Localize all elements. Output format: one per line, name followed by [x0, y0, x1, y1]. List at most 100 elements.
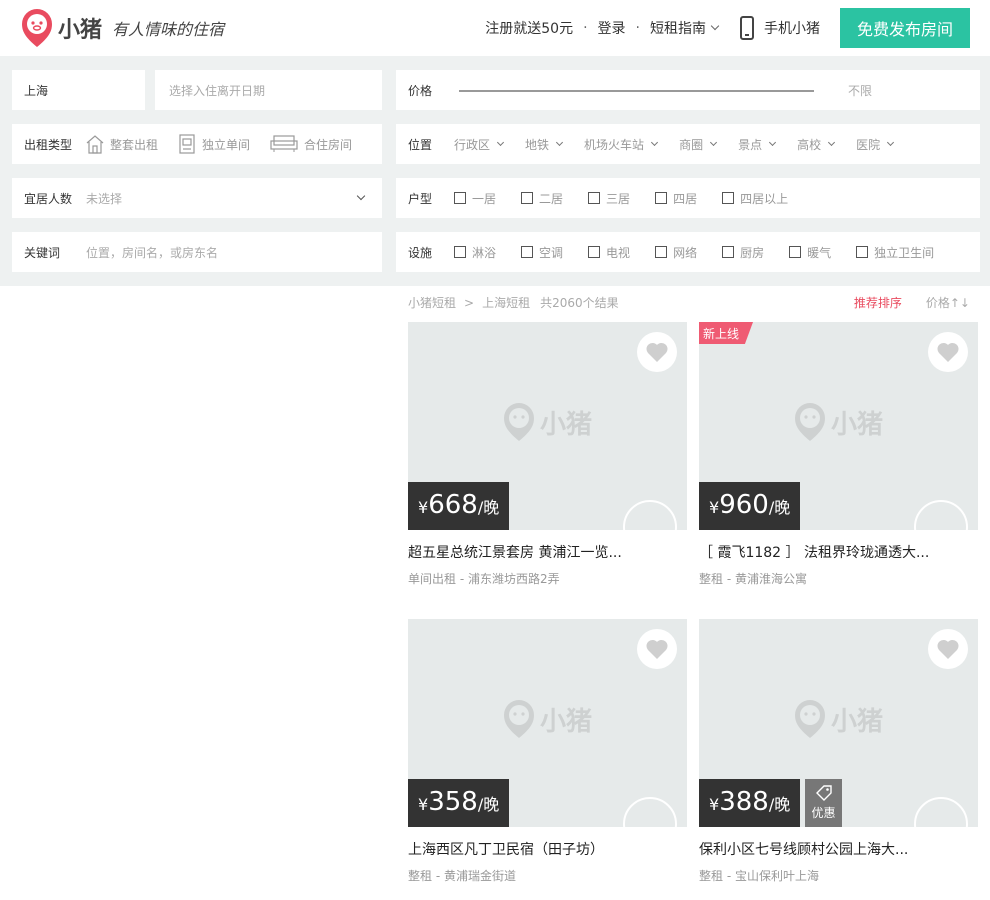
listing-title[interactable]: ［ 霞飞1182 ］ 法租界玲珑通透大... — [699, 542, 978, 562]
checkbox-icon — [588, 246, 601, 258]
layout-checkbox-2[interactable]: 二居 — [521, 190, 563, 207]
promo-badge: 优惠 — [805, 779, 842, 827]
breadcrumb-home[interactable]: 小猪短租 — [408, 296, 456, 310]
mobile-app-link[interactable]: 手机小猪 — [740, 16, 820, 40]
facility-option-label: 淋浴 — [472, 245, 497, 260]
chevron-down-icon — [710, 138, 718, 147]
facility-checkbox-kitchen[interactable]: 厨房 — [722, 244, 764, 261]
location-filter: 位置 行政区 地铁 机场火车站 商圈 景点 高校 医院 — [396, 124, 980, 164]
date-picker[interactable]: 选择入住离开日期 — [155, 70, 382, 110]
price-value: 358 — [428, 787, 478, 817]
facility-checkbox-ac[interactable]: 空调 — [521, 244, 563, 261]
logo[interactable]: 小猪 有人情味的住宿 — [20, 8, 224, 48]
facility-checkbox-tv[interactable]: 电视 — [588, 244, 630, 261]
price-label: 价格 — [408, 83, 433, 98]
layout-checkbox-3[interactable]: 三居 — [588, 190, 630, 207]
facility-option-label: 暖气 — [807, 245, 832, 260]
listing-photo[interactable]: 小猪 ¥ 388 /晚 优惠 — [699, 619, 978, 827]
host-avatar[interactable] — [623, 500, 677, 530]
host-avatar[interactable] — [623, 797, 677, 827]
facility-label: 设施 — [408, 245, 433, 260]
listing-photo[interactable]: 小猪 ¥ 358 /晚 — [408, 619, 687, 827]
facility-option-label: 独立卫生间 — [874, 245, 935, 260]
rent-type-whole[interactable]: 整套出租 — [86, 134, 158, 154]
listing-photo[interactable]: 小猪 ¥ 960 /晚 新上线 — [699, 322, 978, 530]
host-avatar[interactable] — [914, 797, 968, 827]
price-currency: ¥ — [418, 498, 429, 517]
listing-card[interactable]: 小猪 ¥ 668 /晚 超五星总统江景套房 黄浦江一览... 单间出租 - 浦东… — [408, 322, 687, 587]
listing-title[interactable]: 上海西区凡丁卫民宿（田子坊） — [408, 839, 687, 859]
facility-checkbox-shower[interactable]: 淋浴 — [454, 244, 496, 261]
chevron-down-icon — [710, 21, 720, 31]
location-business[interactable]: 商圈 — [679, 136, 718, 153]
layout-filter: 户型 一居 二居 三居 四居 四居以上 — [396, 178, 980, 218]
location-hospital[interactable]: 医院 — [856, 136, 895, 153]
chevron-down-icon — [356, 191, 366, 201]
location-scenic[interactable]: 景点 — [738, 136, 777, 153]
price-unit: /晚 — [477, 498, 500, 517]
publish-room-button[interactable]: 免费发布房间 — [840, 8, 970, 48]
facility-option-label: 空调 — [539, 245, 564, 260]
watermark-text: 小猪 — [540, 409, 593, 440]
listing-card[interactable]: 小猪 ¥ 388 /晚 优惠 保利小区七号线顾村公园上海大... 整租 - 宝山… — [699, 619, 978, 884]
layout-option-label: 四居 — [673, 191, 698, 206]
listing-title[interactable]: 超五星总统江景套房 黄浦江一览... — [408, 542, 687, 562]
keyword-field[interactable]: 关键词 位置，房间名，或房东名 — [12, 232, 382, 272]
watermark-logo: 小猪 — [502, 699, 592, 739]
checkbox-icon — [722, 192, 735, 204]
favorite-heart-icon[interactable] — [928, 332, 968, 372]
rent-type-shared[interactable]: 合住房间 — [270, 135, 352, 153]
watermark-logo: 小猪 — [793, 699, 883, 739]
layout-option-label: 四居以上 — [740, 191, 789, 206]
guests-select[interactable]: 宜居人数 未选择 — [12, 178, 382, 218]
listing-subtitle: 整租 - 宝山保利叶上海 — [699, 869, 819, 883]
layout-checkbox-4[interactable]: 四居 — [655, 190, 697, 207]
guide-dropdown[interactable]: 短租指南 — [650, 18, 720, 38]
listing-photo[interactable]: 小猪 ¥ 668 /晚 — [408, 322, 687, 530]
location-subway[interactable]: 地铁 — [525, 136, 564, 153]
breadcrumb-city[interactable]: 上海短租 — [482, 296, 530, 310]
layout-checkbox-5plus[interactable]: 四居以上 — [722, 190, 788, 207]
host-avatar[interactable] — [914, 500, 968, 530]
location-station[interactable]: 机场火车站 — [584, 136, 659, 153]
listing-card[interactable]: 小猪 ¥ 960 /晚 新上线 ［ 霞飞1182 ］ 法租界玲珑通透大... 整… — [699, 322, 978, 587]
new-listing-badge: 新上线 — [699, 322, 754, 344]
watermark-text: 小猪 — [831, 409, 884, 440]
listing-card[interactable]: 小猪 ¥ 358 /晚 上海西区凡丁卫民宿（田子坊） 整租 - 黄浦瑞金街道 — [408, 619, 687, 884]
price-currency: ¥ — [709, 795, 720, 814]
facility-checkbox-network[interactable]: 网络 — [655, 244, 697, 261]
favorite-heart-icon[interactable] — [637, 332, 677, 372]
watermark-text: 小猪 — [831, 706, 884, 737]
price-tag: ¥ 960 /晚 — [699, 482, 801, 530]
register-link[interactable]: 注册就送50元 — [485, 18, 573, 38]
price-unit: /晚 — [768, 795, 791, 814]
listing-title[interactable]: 保利小区七号线顾村公园上海大... — [699, 839, 978, 859]
price-slider[interactable] — [459, 90, 814, 92]
layout-option-label: 一居 — [472, 191, 497, 206]
facility-checkbox-heating[interactable]: 暖气 — [789, 244, 831, 261]
layout-checkbox-1[interactable]: 一居 — [454, 190, 496, 207]
price-tag: ¥ 668 /晚 — [408, 482, 510, 530]
rent-type-single[interactable]: 独立单间 — [178, 134, 250, 154]
house-icon — [86, 135, 104, 154]
facility-filter: 设施 淋浴 空调 电视 网络 厨房 暖气 独立卫生间 — [396, 232, 980, 272]
sort-price[interactable]: 价格↑↓ — [926, 294, 970, 311]
favorite-heart-icon[interactable] — [928, 629, 968, 669]
favorite-heart-icon[interactable] — [637, 629, 677, 669]
checkbox-icon — [856, 246, 869, 258]
facility-option-label: 电视 — [606, 245, 631, 260]
sort-recommend[interactable]: 推荐排序 — [854, 294, 902, 311]
listing-subtitle: 单间出租 - 浦东潍坊西路2弄 — [408, 572, 560, 586]
location-university[interactable]: 高校 — [797, 136, 836, 153]
price-value: 不限 — [848, 83, 873, 98]
location-district[interactable]: 行政区 — [454, 136, 505, 153]
watermark-text: 小猪 — [540, 706, 593, 737]
price-currency: ¥ — [418, 795, 429, 814]
facility-checkbox-bathroom[interactable]: 独立卫生间 — [856, 244, 934, 261]
sort-options: 推荐排序 价格↑↓ — [854, 294, 970, 311]
city-selector[interactable]: 上海 — [12, 70, 145, 110]
phone-icon — [740, 16, 754, 40]
checkbox-icon — [521, 246, 534, 258]
rent-type-single-label: 独立单间 — [202, 137, 251, 152]
login-link[interactable]: 登录 — [598, 18, 626, 38]
